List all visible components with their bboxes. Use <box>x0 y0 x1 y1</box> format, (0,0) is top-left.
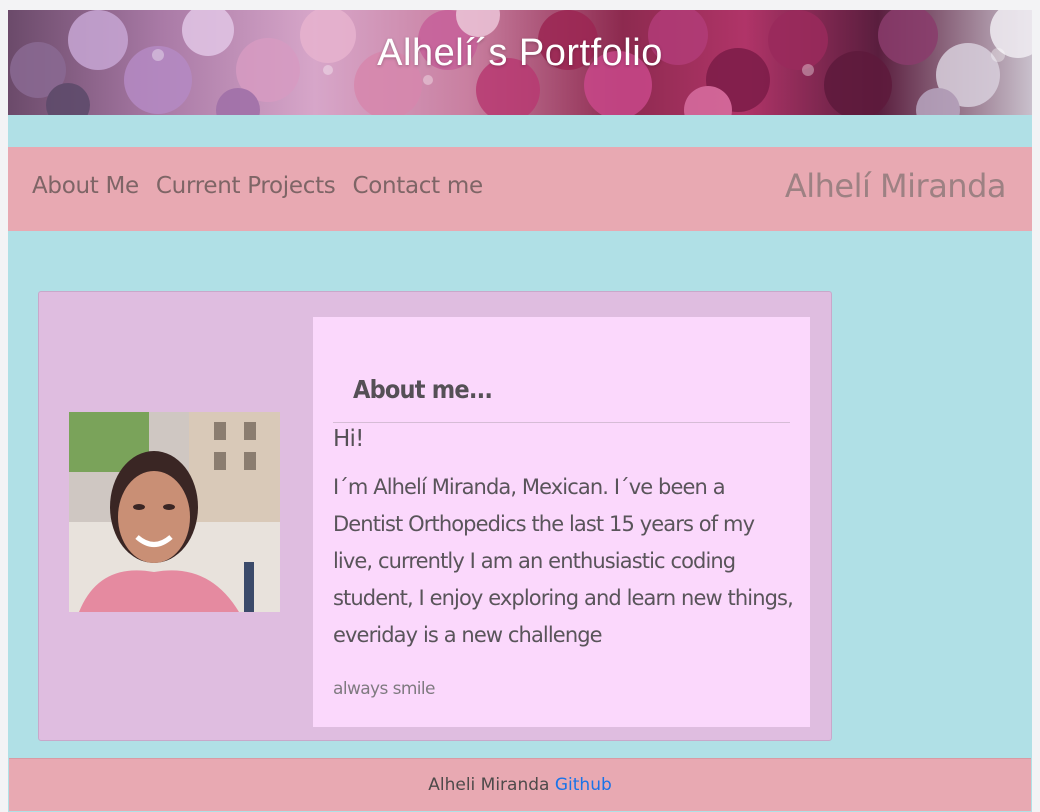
profile-photo-image <box>69 412 280 612</box>
profile-photo <box>69 412 280 612</box>
navbar: About Me Current Projects Contact me Alh… <box>8 147 1032 231</box>
about-heading: About me... <box>353 375 493 404</box>
divider <box>333 422 790 423</box>
nav-link-contact-me[interactable]: Contact me <box>352 173 483 199</box>
footer-text: Alheli Miranda <box>428 775 550 795</box>
header-banner: Alhelí´s Portfolio <box>8 10 1032 115</box>
nav-link-about-me[interactable]: About Me <box>32 173 139 199</box>
greeting: Hi! <box>333 426 364 452</box>
bio-text: I´m Alhelí Miranda, Mexican. I´ve been a… <box>333 475 794 647</box>
page: Alhelí´s Portfolio About Me Current Proj… <box>8 10 1032 812</box>
nav-link-current-projects[interactable]: Current Projects <box>156 173 336 199</box>
nav-links: About Me Current Projects Contact me <box>32 173 483 199</box>
github-link[interactable]: Github <box>555 775 612 795</box>
navbar-brand: Alhelí Miranda <box>784 167 1007 205</box>
tagline: always smile <box>333 679 436 699</box>
footer: Alheli Miranda Github <box>9 758 1031 811</box>
site-title: Alhelí´s Portfolio <box>377 32 663 74</box>
about-card: About me... Hi! I´m Alhelí Miranda, Mexi… <box>38 291 832 741</box>
about-content: About me... Hi! I´m Alhelí Miranda, Mexi… <box>313 317 810 727</box>
